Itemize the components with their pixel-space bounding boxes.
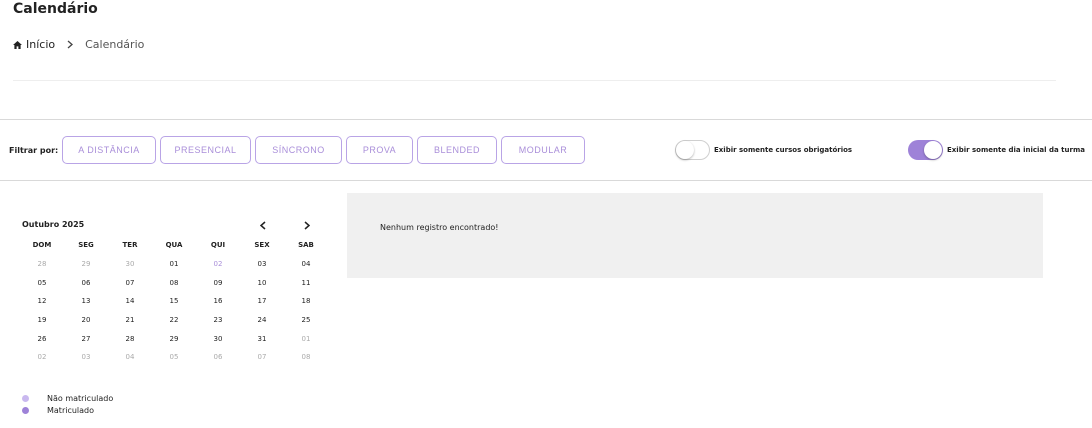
legend-dot-enrolled [22,406,29,414]
calendar-day[interactable]: 13 [64,297,108,305]
calendar-day[interactable]: 11 [284,279,328,287]
calendar-day[interactable]: 08 [152,279,196,287]
calendar-day[interactable]: 28 [20,260,64,268]
filter-chip-sincrono[interactable]: SÍNCRONO [255,136,342,164]
calendar-day[interactable]: 10 [240,279,284,287]
calendar-day[interactable]: 23 [196,316,240,324]
calendar-day[interactable]: 15 [152,297,196,305]
breadcrumb-current: Calendário [85,38,145,51]
calendar-day[interactable]: 08 [284,353,328,361]
legend-label: Matriculado [47,405,95,415]
weekday-label: SEG [78,241,94,250]
results-panel: Nenhum registro encontrado! [347,193,1043,278]
calendar-day[interactable]: 29 [64,260,108,268]
calendar-day[interactable]: 03 [64,353,108,361]
weekday-label: QUI [210,241,226,250]
calendar-day[interactable]: 18 [284,297,328,305]
calendar-day[interactable]: 07 [108,279,152,287]
calendar-day[interactable]: 17 [240,297,284,305]
toggle-knob [676,141,694,159]
calendar-day[interactable]: 26 [20,335,64,343]
calendar-week-row: 28 29 30 01 02 03 04 [20,255,328,274]
calendar-day[interactable]: 07 [240,353,284,361]
empty-message: Nenhum registro encontrado! [380,223,499,232]
calendar-next-button[interactable] [299,218,315,232]
filter-chip-blended[interactable]: BLENDED [417,136,497,164]
calendar-day[interactable]: 01 [284,335,328,343]
toggle-mandatory-label: Exibir somente cursos obrigatórios [714,146,853,154]
weekday-label: SAB [298,241,314,250]
toggle-first-day[interactable] [908,140,943,160]
filter-chip-prova[interactable]: PROVA [346,136,413,164]
toggle-knob [924,141,942,159]
chevron-right-icon [304,220,310,230]
calendar-day[interactable]: 21 [108,316,152,324]
breadcrumb: Início Calendário [13,38,144,51]
toggle-mandatory-courses[interactable] [675,140,710,160]
weekday-label: TER [122,241,138,250]
divider [13,80,1056,81]
calendar-day[interactable]: 28 [108,335,152,343]
calendar-day[interactable]: 06 [196,353,240,361]
calendar-day[interactable]: 01 [152,260,196,268]
calendar-day[interactable]: 04 [284,260,328,268]
toggle-first-day-label: Exibir somente dia inicial da turma [947,146,1085,154]
weekday-label: SEX [254,241,270,250]
calendar-week-row: 02 03 04 05 06 07 08 [20,348,328,367]
calendar-day[interactable]: 16 [196,297,240,305]
breadcrumb-home-link[interactable]: Início [13,38,55,51]
calendar-day[interactable]: 31 [240,335,284,343]
calendar-day[interactable]: 25 [284,316,328,324]
calendar-day[interactable]: 09 [196,279,240,287]
legend-label: Não matriculado [47,393,114,403]
calendar-day[interactable]: 30 [108,260,152,268]
calendar-day[interactable]: 05 [152,353,196,361]
calendar-day[interactable]: 02 [20,353,64,361]
calendar-day[interactable]: 22 [152,316,196,324]
filter-chip-presencial[interactable]: PRESENCIAL [160,136,251,164]
calendar-day[interactable]: 05 [20,279,64,287]
calendar-day[interactable]: 12 [20,297,64,305]
filter-chip-modular[interactable]: MODULAR [501,136,585,164]
calendar-day[interactable]: 14 [108,297,152,305]
chevron-left-icon [260,220,266,230]
calendar-day[interactable]: 04 [108,353,152,361]
calendar-day[interactable]: 27 [64,335,108,343]
home-icon [13,40,22,49]
calendar-prev-button[interactable] [255,218,271,232]
calendar-day[interactable]: 20 [64,316,108,324]
calendar-weekday-row: DOM SEG TER QUA QUI SEX SAB [20,236,328,255]
calendar-grid: DOM SEG TER QUA QUI SEX SAB 28 29 30 01 … [20,236,328,367]
calendar-month-label: Outubro 2025 [22,220,85,229]
calendar-week-row: 19 20 21 22 23 24 25 [20,311,328,330]
weekday-label: DOM [32,241,52,250]
filter-chip-a-distancia[interactable]: A DISTÂNCIA [62,136,156,164]
filter-label: Filtrar por: [9,146,59,155]
legend: Não matriculado Matriculado [22,392,113,416]
calendar-day[interactable]: 29 [152,335,196,343]
calendar-week-row: 26 27 28 29 30 31 01 [20,329,328,348]
calendar-week-row: 12 13 14 15 16 17 18 [20,292,328,311]
filter-bar: Filtrar por: A DISTÂNCIA PRESENCIAL SÍNC… [0,119,1092,181]
calendar-week-row: 05 06 07 08 09 10 11 [20,273,328,292]
weekday-label: QUA [165,241,183,250]
calendar-day[interactable]: 03 [240,260,284,268]
chevron-right-icon [67,40,74,49]
breadcrumb-home-label: Início [26,38,56,51]
page-title: Calendário [13,1,98,17]
legend-item: Matriculado [22,404,113,416]
calendar-day[interactable]: 06 [64,279,108,287]
legend-dot-not-enrolled [22,394,29,402]
calendar-day[interactable]: 24 [240,316,284,324]
calendar-day[interactable]: 19 [20,316,64,324]
calendar-day[interactable]: 30 [196,335,240,343]
calendar-day-today[interactable]: 02 [196,260,240,268]
legend-item: Não matriculado [22,392,113,404]
